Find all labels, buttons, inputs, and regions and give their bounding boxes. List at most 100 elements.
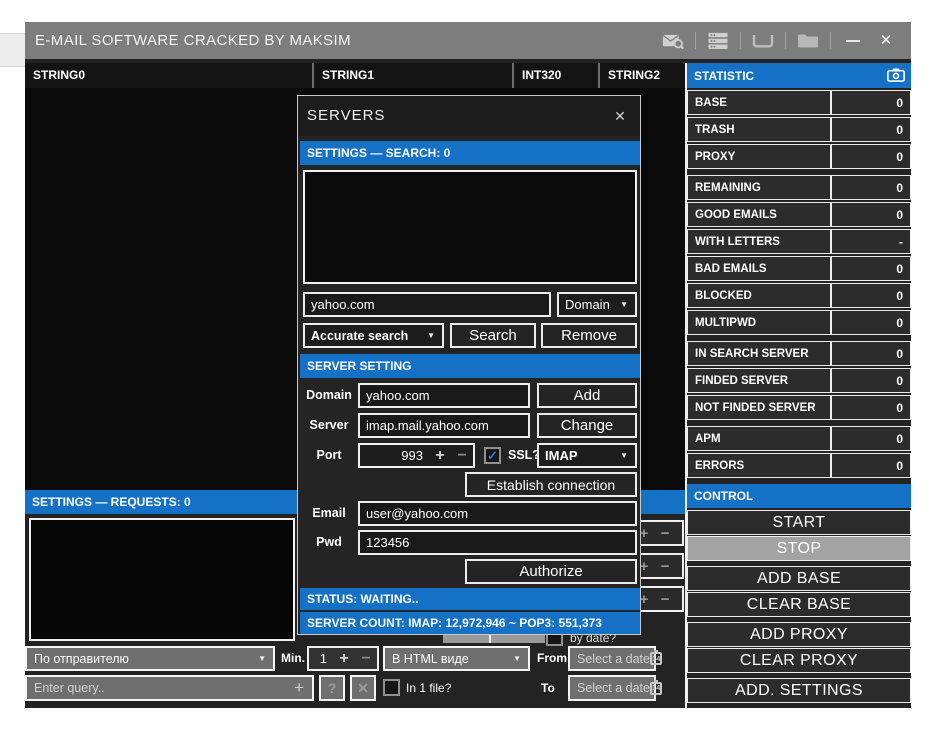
port-field-label: Port (304, 443, 354, 468)
stat-label: WITH LETTERS (688, 236, 830, 248)
minus-icon[interactable]: − (451, 447, 473, 465)
protocol-dropdown[interactable]: IMAP▼ (537, 443, 637, 468)
server-field[interactable]: imap.mail.yahoo.com (358, 413, 530, 438)
column-header-string2[interactable]: STRING2 (600, 63, 685, 88)
stat-value: 0 (830, 369, 910, 392)
minus-icon[interactable]: − (661, 526, 670, 541)
stat-label: IN SEARCH SERVER (688, 348, 830, 360)
stat-value: 0 (830, 342, 910, 365)
background-window-sliver (0, 33, 25, 67)
stat-row: PROXY0 (687, 144, 911, 169)
domain-field-value: yahoo.com (360, 388, 430, 403)
column-header-int320[interactable]: INT320 (514, 63, 600, 88)
minus-icon[interactable]: − (661, 559, 670, 574)
sender-filter-dropdown[interactable]: По отправителю ▼ (25, 646, 275, 671)
in-one-file-checkbox[interactable] (383, 679, 400, 696)
stat-label: PROXY (688, 151, 830, 163)
search-section-header: SETTINGS — SEARCH: 0 (300, 141, 640, 165)
stat-label: MULTIPWD (688, 317, 830, 329)
stat-row: BAD EMAILS0 (687, 256, 911, 281)
close-button[interactable]: ✕ (875, 29, 897, 53)
requests-list[interactable] (29, 518, 295, 641)
titlebar-separator (785, 32, 786, 49)
dialog-close-button[interactable]: ✕ (608, 104, 632, 128)
help-icon: ? (328, 680, 337, 696)
help-button[interactable]: ? (319, 675, 345, 701)
search-mode-value: Accurate search (305, 329, 427, 343)
format-dropdown[interactable]: В HTML виде ▼ (383, 646, 530, 671)
search-type-dropdown[interactable]: Domain▼ (557, 292, 637, 317)
domain-field-label: Domain (304, 383, 354, 408)
minus-icon[interactable]: − (355, 650, 377, 668)
stat-row: TRASH0 (687, 117, 911, 142)
to-date-picker[interactable]: Select a date 14 (568, 675, 656, 701)
authorize-button[interactable]: Authorize (465, 559, 637, 584)
close-icon: ✕ (880, 33, 893, 48)
add-button[interactable]: Add (537, 383, 637, 408)
clear-query-button[interactable]: ✕ (350, 675, 376, 701)
min-count-stepper[interactable]: 1 + − (307, 646, 379, 671)
plus-icon[interactable]: + (333, 650, 355, 668)
sender-filter-value: По отправителю (27, 652, 258, 666)
add-settings-button[interactable]: ADD. SETTINGS (687, 678, 911, 703)
protocol-value: IMAP (539, 448, 620, 463)
min-count-value: 1 (309, 651, 333, 666)
stop-button[interactable]: STOP (687, 536, 911, 561)
start-button[interactable]: START (687, 510, 911, 535)
remove-button[interactable]: Remove (541, 323, 637, 348)
servers-button[interactable] (707, 29, 729, 53)
email-field-value: user@yahoo.com (360, 506, 468, 521)
stat-label: NOT FINDED SERVER (688, 402, 830, 414)
add-base-button[interactable]: ADD BASE (687, 566, 911, 591)
domain-search-input[interactable]: yahoo.com (303, 292, 551, 317)
server-field-value: imap.mail.yahoo.com (360, 418, 489, 433)
titlebar-icons: ✕ (662, 29, 911, 53)
desktop: E-MAIL SOFTWARE CRACKED BY MAKSIM ✕ (0, 0, 943, 755)
add-proxy-button[interactable]: ADD PROXY (687, 622, 911, 647)
server-count-bar: SERVER COUNT: IMAP: 12,972,946 ~ POP3: 5… (300, 612, 640, 634)
email-field-label: Email (304, 501, 354, 526)
folder-button[interactable] (797, 29, 819, 53)
search-button[interactable]: Search (450, 323, 536, 348)
from-date-picker[interactable]: Select a date 14 (568, 646, 656, 671)
search-type-value: Domain (559, 297, 620, 312)
query-input[interactable]: Enter query.. + (25, 675, 314, 701)
column-header-string1[interactable]: STRING1 (314, 63, 514, 88)
server-setting-header: SERVER SETTING (300, 354, 640, 378)
add-query-icon[interactable]: + (294, 678, 312, 698)
pwd-field-value: 123456 (360, 535, 409, 550)
stat-value: 0 (830, 91, 910, 114)
domain-field[interactable]: yahoo.com (358, 383, 530, 408)
clear-base-button[interactable]: CLEAR BASE (687, 592, 911, 617)
statistic-header-label: STATISTIC (694, 69, 754, 83)
camera-icon[interactable] (887, 68, 905, 82)
stat-value: 0 (830, 396, 910, 419)
chevron-down-icon: ▼ (513, 654, 528, 663)
search-mode-dropdown[interactable]: Accurate search▼ (303, 323, 444, 348)
statistic-header: STATISTIC (687, 63, 911, 88)
server-field-label: Server (304, 413, 354, 438)
stat-label: BASE (688, 97, 830, 109)
server-stack-icon (707, 32, 729, 50)
minimize-icon (846, 40, 860, 42)
stat-row: MULTIPWD0 (687, 310, 911, 335)
pwd-field[interactable]: 123456 (358, 530, 637, 555)
minimize-button[interactable] (842, 29, 864, 53)
server-search-results-list[interactable] (303, 170, 637, 284)
chevron-down-icon: ▼ (620, 300, 635, 309)
stat-label: ERRORS (688, 460, 830, 472)
tray-button[interactable] (752, 29, 774, 53)
minus-icon[interactable]: − (661, 592, 670, 607)
clear-proxy-button[interactable]: CLEAR PROXY (687, 648, 911, 673)
email-field[interactable]: user@yahoo.com (358, 501, 637, 526)
mail-search-button[interactable] (662, 29, 684, 53)
stat-value: 0 (830, 145, 910, 168)
column-header-string0[interactable]: STRING0 (25, 63, 314, 88)
change-button[interactable]: Change (537, 413, 637, 438)
establish-connection-button[interactable]: Establish connection (465, 472, 637, 497)
ssl-checkbox[interactable]: ✓ (484, 447, 501, 464)
plus-icon[interactable]: + (429, 447, 451, 465)
stat-label: REMAINING (688, 182, 830, 194)
chevron-down-icon: ▼ (620, 451, 635, 460)
port-stepper[interactable]: 993 + − (358, 443, 475, 468)
